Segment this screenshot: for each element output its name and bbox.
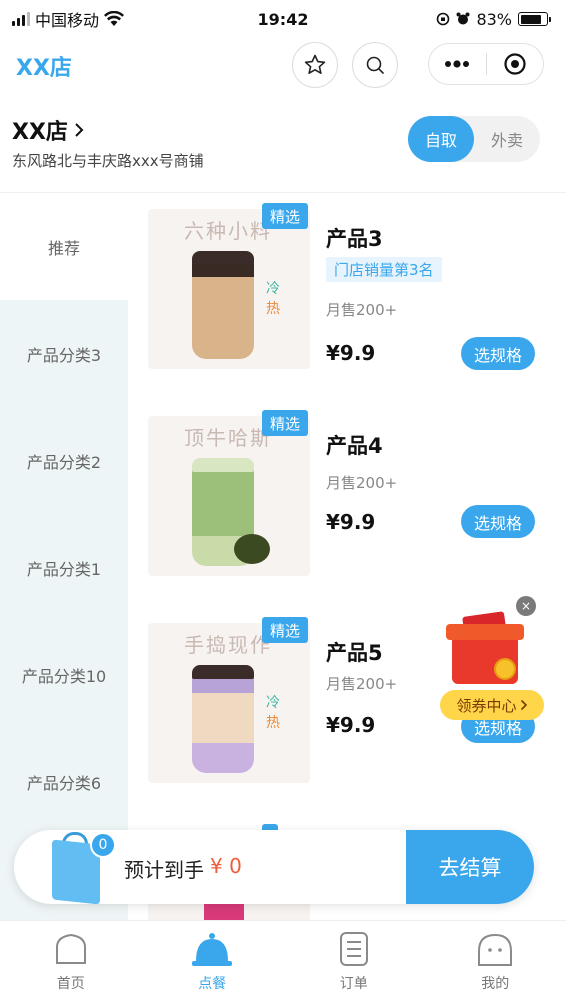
tab-label: 订单 [339, 976, 368, 992]
gift-lid [446, 624, 524, 640]
search-icon [366, 56, 384, 74]
tab-label: 首页 [56, 976, 85, 992]
checkout-button[interactable]: 去结算 [406, 830, 534, 904]
home-icon [55, 933, 86, 964]
image-caption: 手捣现作 [184, 633, 272, 657]
tab-orders[interactable]: 订单 [283, 921, 425, 997]
store-address: 东风路北与丰庆路xxx号商铺 [12, 152, 204, 170]
tab-order[interactable]: 点餐 [142, 921, 284, 997]
coupon-label: 领券中心 [456, 696, 517, 715]
featured-badge: 精选 [262, 203, 309, 229]
signal-icon [12, 12, 30, 26]
product-name: 产品5 [326, 641, 383, 665]
coin-icon [494, 658, 516, 680]
chevron-right-icon [75, 123, 84, 137]
mode-pickup[interactable]: 自取 [408, 116, 474, 162]
bottom-tab-bar: 首页 点餐 订单 我的 [0, 920, 566, 997]
close-coupon-button[interactable]: × [516, 596, 536, 616]
hot-cold-tag: 冷热 [266, 695, 280, 731]
order-list-icon [339, 932, 368, 966]
product-image[interactable]: 六种小料 冷热 [148, 209, 310, 369]
cart-bar: 0 预计到手 ¥ 0 去结算 [14, 830, 534, 905]
product-price: ¥9.9 [326, 713, 376, 737]
monthly-sales: 月售200+ [326, 675, 398, 693]
product-card[interactable]: 顶牛哈斯 精选 产品4 月售200+ ¥9.9 选规格 [128, 400, 566, 607]
image-caption: 顶牛哈斯 [184, 426, 272, 450]
chevron-right-icon [520, 699, 527, 711]
coupon-center-float[interactable]: × 领券中心 [440, 596, 550, 724]
cart-count-badge: 0 [90, 832, 116, 858]
sidebar-item-category3[interactable]: 产品分类3 [0, 300, 128, 407]
nav-title: XX店 [16, 56, 72, 81]
monthly-sales: 月售200+ [326, 301, 398, 319]
sidebar-item-category1[interactable]: 产品分类1 [0, 514, 128, 621]
coupon-center-button[interactable]: 领券中心 [440, 690, 544, 720]
nav-bar: XX店 [0, 38, 566, 94]
orientation-lock-icon [437, 12, 450, 26]
cup-lid [192, 251, 254, 265]
more-dots-icon [445, 60, 470, 68]
status-right: 83% [436, 9, 551, 29]
sidebar-item-category6[interactable]: 产品分类6 [0, 728, 128, 835]
status-bar: 中国移动 19:42 83% [0, 0, 566, 38]
order-mode-toggle: 自取 外卖 [408, 116, 540, 162]
choose-spec-button[interactable]: 选规格 [461, 505, 535, 538]
tab-profile[interactable]: 我的 [425, 921, 566, 997]
drink-cup-icon [192, 259, 254, 359]
mini-program-capsule [428, 43, 544, 85]
category-sidebar: 推荐 产品分类3 产品分类2 产品分类1 产品分类10 产品分类6 [0, 193, 128, 920]
product-name: 产品4 [326, 434, 383, 458]
sidebar-item-category10[interactable]: 产品分类10 [0, 621, 128, 728]
more-button[interactable] [429, 44, 486, 84]
product-price: ¥9.9 [326, 510, 376, 534]
order-bell-icon [192, 933, 233, 966]
favorite-button[interactable] [292, 42, 338, 88]
close-mini-program-button[interactable] [487, 44, 544, 84]
alarm-icon [456, 12, 470, 25]
featured-badge: 精选 [262, 617, 309, 643]
drink-cup-icon [192, 673, 254, 773]
store-name: XX店 [12, 120, 68, 145]
star-icon [304, 54, 326, 74]
mode-delivery[interactable]: 外卖 [474, 116, 540, 162]
avocado-icon [234, 534, 270, 564]
hot-cold-tag: 冷热 [266, 281, 280, 317]
product-price: ¥9.9 [326, 341, 376, 365]
product-list: 六种小料 冷热 精选 产品3 门店销量第3名 月售200+ ¥9.9 选规格 顶… [128, 193, 566, 920]
cart-estimate: 预计到手 ¥ 0 [124, 854, 242, 883]
tab-label: 点餐 [198, 976, 227, 992]
product-image[interactable]: 顶牛哈斯 [148, 416, 310, 576]
profile-icon [478, 933, 513, 966]
store-header: XX店 东风路北与丰庆路xxx号商铺 自取 外卖 [0, 108, 566, 188]
sidebar-item-category2[interactable]: 产品分类2 [0, 407, 128, 514]
monthly-sales: 月售200+ [326, 474, 398, 492]
cup-lid [192, 458, 254, 472]
product-card[interactable]: 六种小料 冷热 精选 产品3 门店销量第3名 月售200+ ¥9.9 选规格 [128, 193, 566, 400]
estimate-amount: ¥ 0 [210, 854, 242, 878]
battery-percent: 83% [476, 9, 512, 29]
status-left: 中国移动 [12, 7, 125, 31]
store-selector[interactable]: XX店 [12, 114, 84, 146]
image-caption: 六种小料 [184, 219, 272, 243]
carrier-label: 中国移动 [35, 11, 100, 30]
battery-icon [518, 12, 551, 26]
featured-badge: 精选 [262, 410, 309, 436]
wifi-icon [104, 11, 125, 26]
product-image[interactable]: 手捣现作 冷热 [148, 623, 310, 783]
estimate-label: 预计到手 [124, 858, 204, 882]
product-name: 产品3 [326, 227, 383, 251]
sales-rank-tag: 门店销量第3名 [326, 257, 442, 282]
tab-label: 我的 [481, 976, 510, 992]
search-button[interactable] [352, 42, 398, 88]
record-target-icon [504, 53, 526, 75]
sidebar-item-recommend[interactable]: 推荐 [0, 193, 128, 300]
choose-spec-button[interactable]: 选规格 [461, 337, 535, 370]
tab-home[interactable]: 首页 [0, 921, 142, 997]
cup-lid [192, 665, 254, 679]
